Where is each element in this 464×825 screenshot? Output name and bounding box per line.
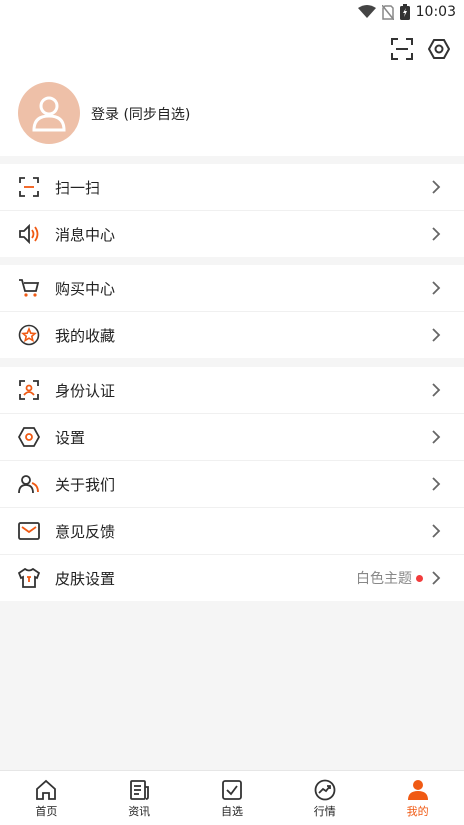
menu-item-about-us[interactable]: 关于我们 bbox=[0, 461, 464, 508]
tab-news[interactable]: 资讯 bbox=[93, 771, 186, 825]
menu-item-identity-verification[interactable]: 身份认证 bbox=[0, 367, 464, 414]
menu-item-label: 消息中心 bbox=[55, 225, 116, 244]
chevron-right-icon bbox=[432, 281, 441, 295]
trend-icon bbox=[314, 779, 336, 801]
chevron-right-icon bbox=[432, 430, 441, 444]
tab-mine[interactable]: 我的 bbox=[371, 771, 464, 825]
skin-theme-value: 白色主题 bbox=[356, 571, 412, 587]
scan-icon bbox=[18, 176, 40, 198]
chevron-right-icon bbox=[432, 180, 441, 194]
menu-item-label: 设置 bbox=[55, 428, 86, 447]
no-sim-icon bbox=[381, 4, 394, 20]
menu-item-label: 意见反馈 bbox=[55, 522, 116, 541]
chevron-right-icon bbox=[432, 328, 441, 342]
tab-market[interactable]: 行情 bbox=[278, 771, 371, 825]
menu-item-label: 我的收藏 bbox=[55, 326, 116, 345]
chevron-right-icon bbox=[432, 524, 441, 538]
scan-button[interactable] bbox=[389, 36, 415, 62]
menu-item-favorites[interactable]: 我的收藏 bbox=[0, 312, 464, 358]
chevron-right-icon bbox=[432, 227, 441, 241]
chevron-right-icon bbox=[432, 571, 441, 585]
scan-icon bbox=[391, 38, 413, 60]
tab-label: 我的 bbox=[406, 805, 429, 818]
status-time: 10:03 bbox=[415, 4, 456, 20]
avatar[interactable] bbox=[18, 82, 80, 144]
status-bar: 10:03 bbox=[0, 0, 464, 26]
tab-watchlist[interactable]: 自选 bbox=[186, 771, 279, 825]
settings-icon bbox=[18, 426, 40, 448]
menu-item-label: 购买中心 bbox=[55, 279, 116, 298]
tab-home[interactable]: 首页 bbox=[0, 771, 93, 825]
menu-item-label: 扫一扫 bbox=[55, 178, 101, 197]
menu-item-label: 身份认证 bbox=[55, 381, 116, 400]
cart-icon bbox=[18, 277, 40, 299]
about-icon bbox=[18, 473, 40, 495]
id-verify-icon bbox=[18, 379, 40, 401]
settings-icon bbox=[428, 39, 450, 59]
mail-icon bbox=[18, 520, 40, 542]
menu-group-3: 身份认证 设置 关于我们 意见反馈 皮肤设置 白色主题 bbox=[0, 367, 464, 601]
menu-item-feedback[interactable]: 意见反馈 bbox=[0, 508, 464, 555]
settings-button[interactable] bbox=[426, 36, 452, 62]
menu-group-1: 扫一扫 消息中心 bbox=[0, 164, 464, 257]
bottom-tab-bar: 首页 资讯 自选 行情 我的 bbox=[0, 770, 464, 825]
speaker-icon bbox=[18, 223, 40, 245]
news-icon bbox=[130, 780, 150, 800]
menu-item-settings[interactable]: 设置 bbox=[0, 414, 464, 461]
login-link[interactable]: 登录 (同步自选) bbox=[91, 104, 190, 124]
tab-label: 首页 bbox=[35, 805, 58, 818]
menu-item-scan[interactable]: 扫一扫 bbox=[0, 164, 464, 211]
profile-header: 登录 (同步自选) bbox=[0, 26, 464, 156]
tab-label: 资讯 bbox=[128, 805, 151, 818]
status-icons: 10:03 bbox=[357, 4, 456, 20]
menu-item-message-center[interactable]: 消息中心 bbox=[0, 211, 464, 257]
chevron-right-icon bbox=[432, 477, 441, 491]
user-avatar-icon bbox=[32, 96, 66, 132]
tab-label: 行情 bbox=[313, 805, 336, 818]
profile-icon bbox=[407, 780, 428, 800]
menu-item-skin-settings[interactable]: 皮肤设置 白色主题 bbox=[0, 555, 464, 601]
tab-label: 自选 bbox=[220, 805, 243, 818]
star-icon bbox=[18, 324, 40, 346]
chevron-right-icon bbox=[432, 383, 441, 397]
battery-icon bbox=[399, 4, 410, 20]
notification-dot bbox=[416, 575, 423, 582]
checkbox-icon bbox=[222, 780, 242, 800]
menu-item-purchase-center[interactable]: 购买中心 bbox=[0, 265, 464, 312]
wifi-icon bbox=[357, 5, 376, 18]
menu-group-2: 购买中心 我的收藏 bbox=[0, 265, 464, 358]
shirt-icon bbox=[18, 567, 40, 589]
menu-item-label: 关于我们 bbox=[55, 475, 116, 494]
menu-item-label: 皮肤设置 bbox=[55, 569, 116, 588]
home-icon bbox=[36, 779, 57, 800]
